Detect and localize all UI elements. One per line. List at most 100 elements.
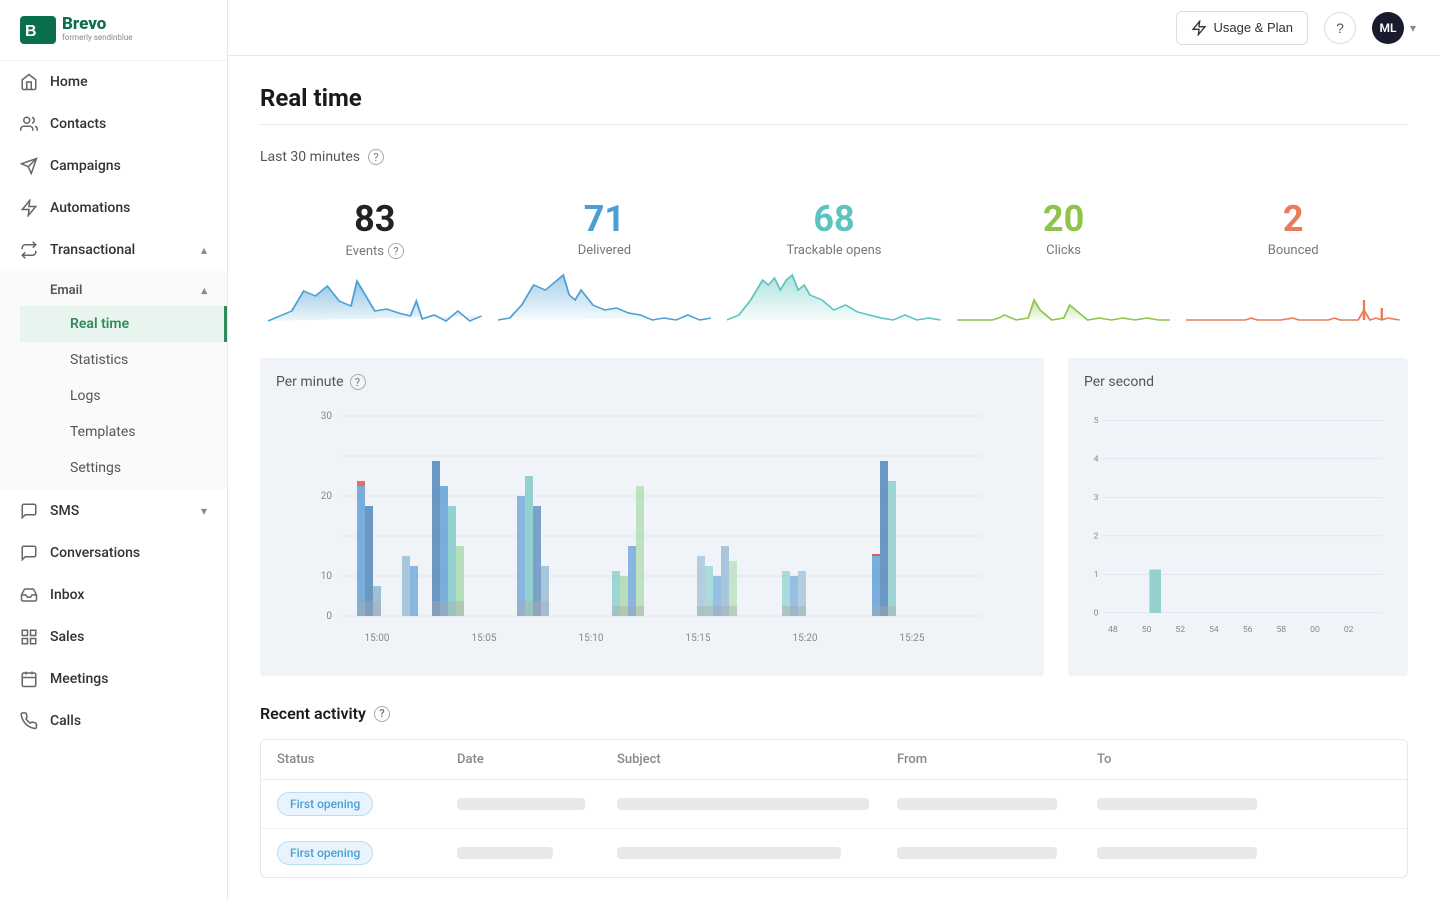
table-row: First opening	[261, 829, 1407, 877]
delivered-chart	[498, 270, 712, 325]
sidebar-label-meetings: Meetings	[50, 671, 108, 687]
per-minute-chart-container: Per minute ? 30 20 10 0	[260, 358, 1044, 676]
help-button[interactable]: ?	[1324, 12, 1356, 44]
email-chevron-icon: ▴	[201, 284, 207, 297]
sidebar-item-contacts[interactable]: Contacts	[0, 103, 227, 145]
last-minutes-label: Last 30 minutes	[260, 149, 360, 165]
svg-text:00: 00	[1310, 625, 1320, 635]
per-second-svg: 5 4 3 2 1 0 48 50 52 54 56 58 00 02	[1084, 406, 1392, 656]
charts-row: Per minute ? 30 20 10 0	[260, 358, 1408, 676]
sidebar-item-sms[interactable]: SMS ▾	[0, 490, 227, 532]
bounced-chart	[1186, 270, 1400, 325]
col-status: Status	[277, 752, 457, 767]
campaigns-icon	[20, 157, 38, 175]
row-2-status: First opening	[277, 841, 457, 865]
row-2-date	[457, 847, 617, 859]
sidebar-item-logs[interactable]: Logs	[20, 378, 227, 414]
home-icon	[20, 73, 38, 91]
inbox-icon	[20, 586, 38, 604]
sidebar-item-meetings[interactable]: Meetings	[0, 658, 227, 700]
recent-activity-header: Recent activity ?	[260, 704, 1408, 723]
sidebar-label-sales: Sales	[50, 629, 84, 645]
page-content: Real time Last 30 minutes ? 83 Events ?	[228, 56, 1440, 900]
svg-text:15:05: 15:05	[472, 633, 497, 644]
stats-row: 83 Events ? 71 Delivered	[260, 185, 1408, 326]
events-help-icon[interactable]: ?	[388, 243, 404, 259]
row-2-to	[1097, 847, 1297, 859]
events-value: 83	[354, 201, 395, 237]
per-minute-title: Per minute ?	[276, 374, 1028, 390]
avatar: ML	[1372, 12, 1404, 44]
svg-text:2: 2	[1094, 532, 1099, 542]
svg-text:10: 10	[321, 571, 333, 582]
sidebar: B Brevo formerly sendinblue Home Contact…	[0, 0, 228, 900]
lightning-icon	[1191, 20, 1207, 36]
svg-text:4: 4	[1094, 455, 1099, 465]
sidebar-item-inbox[interactable]: Inbox	[0, 574, 227, 616]
sidebar-item-automations[interactable]: Automations	[0, 187, 227, 229]
skeleton-from-2	[897, 847, 1057, 859]
row-1-subject	[617, 798, 897, 810]
sidebar-label-automations: Automations	[50, 200, 130, 216]
logo-sub: formerly sendinblue	[62, 33, 133, 43]
delivered-label: Delivered	[578, 243, 631, 258]
sidebar-item-statistics[interactable]: Statistics	[20, 342, 227, 378]
sidebar-item-home[interactable]: Home	[0, 61, 227, 103]
sidebar-label-contacts: Contacts	[50, 116, 106, 132]
per-minute-svg: 30 20 10 0	[276, 406, 1028, 656]
trackable-opens-label: Trackable opens	[786, 243, 881, 258]
row-1-from	[897, 798, 1097, 810]
per-second-title: Per second	[1084, 374, 1392, 390]
sidebar-label-real-time: Real time	[70, 316, 129, 332]
per-minute-help-icon[interactable]: ?	[350, 374, 366, 390]
main-content: Usage & Plan ? ML ▾ Real time Last 30 mi…	[228, 0, 1440, 900]
page-title: Real time	[260, 84, 1408, 112]
trackable-opens-chart	[727, 270, 941, 325]
skeleton-subject-2	[617, 847, 841, 859]
row-1-status: First opening	[277, 792, 457, 816]
sidebar-item-transactional[interactable]: Transactional ▴	[0, 229, 227, 271]
email-section-header[interactable]: Email ▴	[20, 275, 227, 306]
page-divider	[260, 124, 1408, 125]
svg-text:50: 50	[1142, 625, 1152, 635]
per-second-chart-container: Per second 5 4 3 2 1 0	[1068, 358, 1408, 676]
delivered-value: 71	[584, 201, 625, 237]
transactional-chevron-icon: ▴	[201, 243, 207, 257]
svg-text:0: 0	[1094, 609, 1099, 619]
sms-icon	[20, 502, 38, 520]
sidebar-label-statistics: Statistics	[70, 352, 128, 368]
sidebar-item-campaigns[interactable]: Campaigns	[0, 145, 227, 187]
sidebar-label-logs: Logs	[70, 388, 101, 404]
sidebar-label-home: Home	[50, 74, 88, 90]
sidebar-label-inbox: Inbox	[50, 587, 84, 603]
sidebar-item-real-time[interactable]: Real time	[20, 306, 227, 342]
conversations-icon	[20, 544, 38, 562]
last-minutes-section: Last 30 minutes ?	[260, 149, 1408, 165]
svg-text:48: 48	[1108, 625, 1118, 635]
trackable-opens-value: 68	[813, 201, 854, 237]
table-row: First opening	[261, 780, 1407, 829]
svg-text:56: 56	[1243, 625, 1253, 635]
clicks-value: 20	[1043, 201, 1084, 237]
sidebar-item-calls[interactable]: Calls	[0, 700, 227, 742]
avatar-button[interactable]: ML ▾	[1372, 12, 1416, 44]
status-badge-first-opening-2: First opening	[277, 841, 373, 865]
col-from: From	[897, 752, 1097, 767]
skeleton-from-1	[897, 798, 1057, 810]
svg-text:5: 5	[1094, 416, 1099, 426]
sidebar-item-sales[interactable]: Sales	[0, 616, 227, 658]
svg-text:54: 54	[1209, 625, 1219, 635]
usage-plan-button[interactable]: Usage & Plan	[1176, 11, 1308, 45]
row-2-subject	[617, 847, 897, 859]
sms-chevron-icon: ▾	[201, 504, 207, 518]
last-minutes-help-icon[interactable]: ?	[368, 149, 384, 165]
svg-text:30: 30	[321, 411, 333, 422]
svg-text:52: 52	[1175, 625, 1185, 635]
sidebar-item-conversations[interactable]: Conversations	[0, 532, 227, 574]
recent-activity-help-icon[interactable]: ?	[374, 706, 390, 722]
sidebar-label-conversations: Conversations	[50, 545, 140, 561]
row-1-date	[457, 798, 617, 810]
sidebar-item-settings[interactable]: Settings	[20, 450, 227, 486]
sidebar-item-templates[interactable]: Templates	[20, 414, 227, 450]
brevo-logo-icon: B	[20, 16, 56, 44]
